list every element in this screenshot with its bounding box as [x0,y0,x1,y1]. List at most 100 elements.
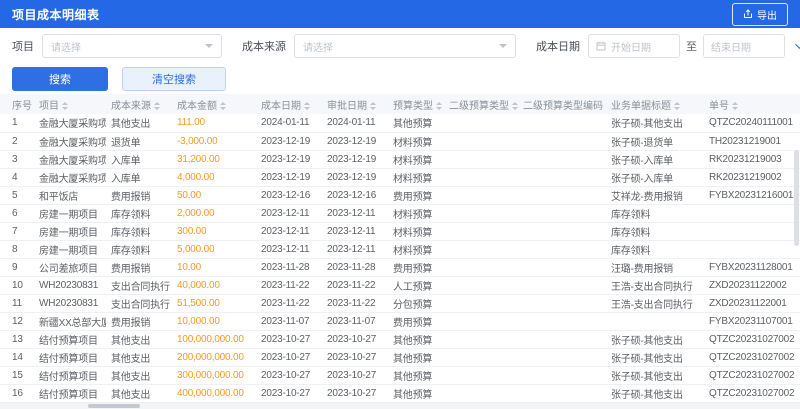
table-row[interactable]: 14 结付预算项目 其他支出 200,000,000.00 2023-10-27 2023… [0,348,800,367]
cell-secondary-budget-type-code [518,114,606,133]
cell-cost-date: 2023-11-22 [256,294,322,313]
horizontal-scrollbar-thumb[interactable] [88,404,140,408]
cell-index: 16 [0,384,34,403]
sort-icon[interactable] [304,102,310,110]
project-filter-label: 项目 [12,41,34,53]
cell-budget-type: 材料预算 [388,240,444,259]
cell-cost-source: 其他支出 [106,330,172,349]
cell-project: 金融大厦采购项目 [34,132,106,151]
cell-approval-date: 2023-12-11 [322,240,388,259]
column-header-secondary-budget-type[interactable]: 二级预算类型 [444,94,518,114]
table-row[interactable]: 7 房建一期项目 库存领料 300.00 2023-12-11 2023-12-11 材料预… [0,222,800,241]
table-row[interactable]: 11 WH20230831 支出合同执行 51,500.00 2023-11-22 202… [0,294,800,313]
table-row[interactable]: 9 公司差旅项目 费用报销 10.00 2023-11-28 2023-11-28 费用预算… [0,258,800,277]
cell-budget-type: 其他预算 [388,114,444,133]
cell-project: 新疆XX总部大厦工程二期 [34,312,106,331]
column-header-label: 成本日期 [261,100,301,112]
vertical-scrollbar-thumb[interactable] [794,150,799,246]
cell-cost-source: 库存领料 [106,222,172,241]
cell-index: 4 [0,168,34,187]
cell-cost-date: 2023-12-16 [256,186,322,205]
sort-icon[interactable] [732,102,738,110]
table-row[interactable]: 13 结付预算项目 其他支出 100,000,000.00 2023-10-27 2023… [0,330,800,349]
expand-filter-link[interactable]: 展开筛选 [795,38,800,54]
export-button[interactable]: 导出 [732,2,788,26]
sort-icon[interactable] [62,102,68,110]
chevron-down-icon [795,40,800,49]
column-header-doc-no[interactable]: 单号 [704,94,800,114]
table-body: 1金融大厦采购项目其他支出111.002024-01-112024-01-11其… [0,114,800,409]
cell-cost-source: 库存领料 [106,240,172,259]
cell-budget-type: 材料预算 [388,132,444,151]
cell-secondary-budget-type-code [518,366,606,385]
cell-cost-amount: 31,200.00 [172,150,256,169]
sort-icon[interactable] [674,102,680,110]
table-row[interactable]: 8 房建一期项目 库存领料 5,000.00 2023-12-11 2023-12-11 材… [0,240,800,259]
table-row[interactable]: 15 结付预算项目 其他支出 300,000,000.00 2023-10-27 2023… [0,366,800,385]
cost-source-filter-group: 成本来源 请选择 [242,34,516,58]
table-row[interactable]: 2金融大厦采购项目退货单-3,000.002023-12-192023-12-1… [0,132,800,151]
date-range-separator: 至 [686,41,697,53]
table-row[interactable]: 10 WH20230831 支出合同执行 40,000.00 2023-11-22 202… [0,276,800,295]
column-header-cost-amount[interactable]: 成本金额 [172,94,256,114]
sort-icon[interactable] [154,102,160,110]
cell-budget-type: 材料预算 [388,204,444,223]
table-row[interactable]: 12新疆XX总部大厦工程二期费用报销10,000.002023-11-07202… [0,312,800,331]
cell-approval-date: 2023-11-22 [322,294,388,313]
column-header-approval-date[interactable]: 审批日期 [322,94,388,114]
column-header-index[interactable]: 序号 [0,94,34,114]
cell-doc-no: QTZC20231027002 [704,348,800,367]
table-row[interactable]: 4金融大厦采购项目入库单4,000.002023-12-192023-12-19… [0,168,800,187]
table-row[interactable]: 6 房建一期项目 库存领料 2,000.00 2023-12-11 2023-12-11 材… [0,204,800,223]
column-header-budget-type[interactable]: 预算类型 [388,94,444,114]
cell-approval-date: 2023-10-27 [322,330,388,349]
cell-secondary-budget-type [444,132,518,151]
sort-icon[interactable] [436,102,442,110]
cell-approval-date: 2023-11-22 [322,276,388,295]
cell-secondary-budget-type [444,384,518,403]
cell-secondary-budget-type-code [518,132,606,151]
cell-secondary-budget-type [444,240,518,259]
project-select[interactable]: 请选择 [42,34,222,58]
cell-business-doc-title: 张子硕-其他支出 [606,114,704,133]
filter-bar: 项目 请选择 成本来源 请选择 成本日期 开始日期 至 结束日期 [0,28,800,64]
cell-project: WH20230831 [34,294,106,313]
calendar-icon [596,41,606,51]
sort-icon[interactable] [370,102,376,110]
table-row[interactable]: 1金融大厦采购项目其他支出111.002024-01-112024-01-11其… [0,114,800,133]
cell-doc-no: RK20231219002 [704,168,800,187]
cell-secondary-budget-type-code [518,384,606,403]
cell-index: 13 [0,330,34,349]
cell-approval-date: 2023-11-07 [322,312,388,331]
cell-index: 2 [0,132,34,151]
table-row[interactable]: 3金融大厦采购项目入库单31,200.002023-12-192023-12-1… [0,150,800,169]
cell-business-doc-title: 王浩-支出合同执行 [606,294,704,313]
cell-business-doc-title: 张子硕-入库单 [606,150,704,169]
cell-secondary-budget-type [444,204,518,223]
project-select-placeholder: 请选择 [51,42,81,54]
column-header-project[interactable]: 项目 [34,94,106,114]
cell-approval-date: 2023-10-27 [322,348,388,367]
search-button[interactable]: 搜索 [12,67,108,91]
clear-search-button[interactable]: 清空搜索 [122,67,226,91]
cell-cost-amount: 100,000,000.00 [172,330,256,349]
sort-icon[interactable] [512,102,518,110]
date-end-input[interactable]: 结束日期 [703,34,785,58]
column-header-cost-source[interactable]: 成本来源 [106,94,172,114]
column-header-business-doc-title[interactable]: 业务单据标题 [606,94,704,114]
table-row[interactable]: 16 结付预算项目 其他支出 400,000,000.00 2023-10-27 2023… [0,384,800,403]
column-header-secondary-budget-type-code[interactable]: 二级预算类型编码 [518,94,606,114]
cell-doc-no: TH20231219001 [704,132,800,151]
date-start-placeholder: 开始日期 [611,42,651,54]
sort-icon[interactable] [220,102,226,110]
cell-index: 8 [0,240,34,259]
cost-date-filter-label: 成本日期 [536,41,580,53]
table-row[interactable]: 5 和平饭店 费用报销 50.00 2023-12-16 2023-12-16 费用预算 艾祥… [0,186,800,205]
cost-source-filter-label: 成本来源 [242,41,286,53]
cell-budget-type: 分包预算 [388,294,444,313]
cell-project: 和平饭店 [34,186,106,205]
column-header-cost-date[interactable]: 成本日期 [256,94,322,114]
cell-doc-no: RK20231219003 [704,150,800,169]
date-start-input[interactable]: 开始日期 [588,34,680,58]
cost-source-select[interactable]: 请选择 [294,34,516,58]
